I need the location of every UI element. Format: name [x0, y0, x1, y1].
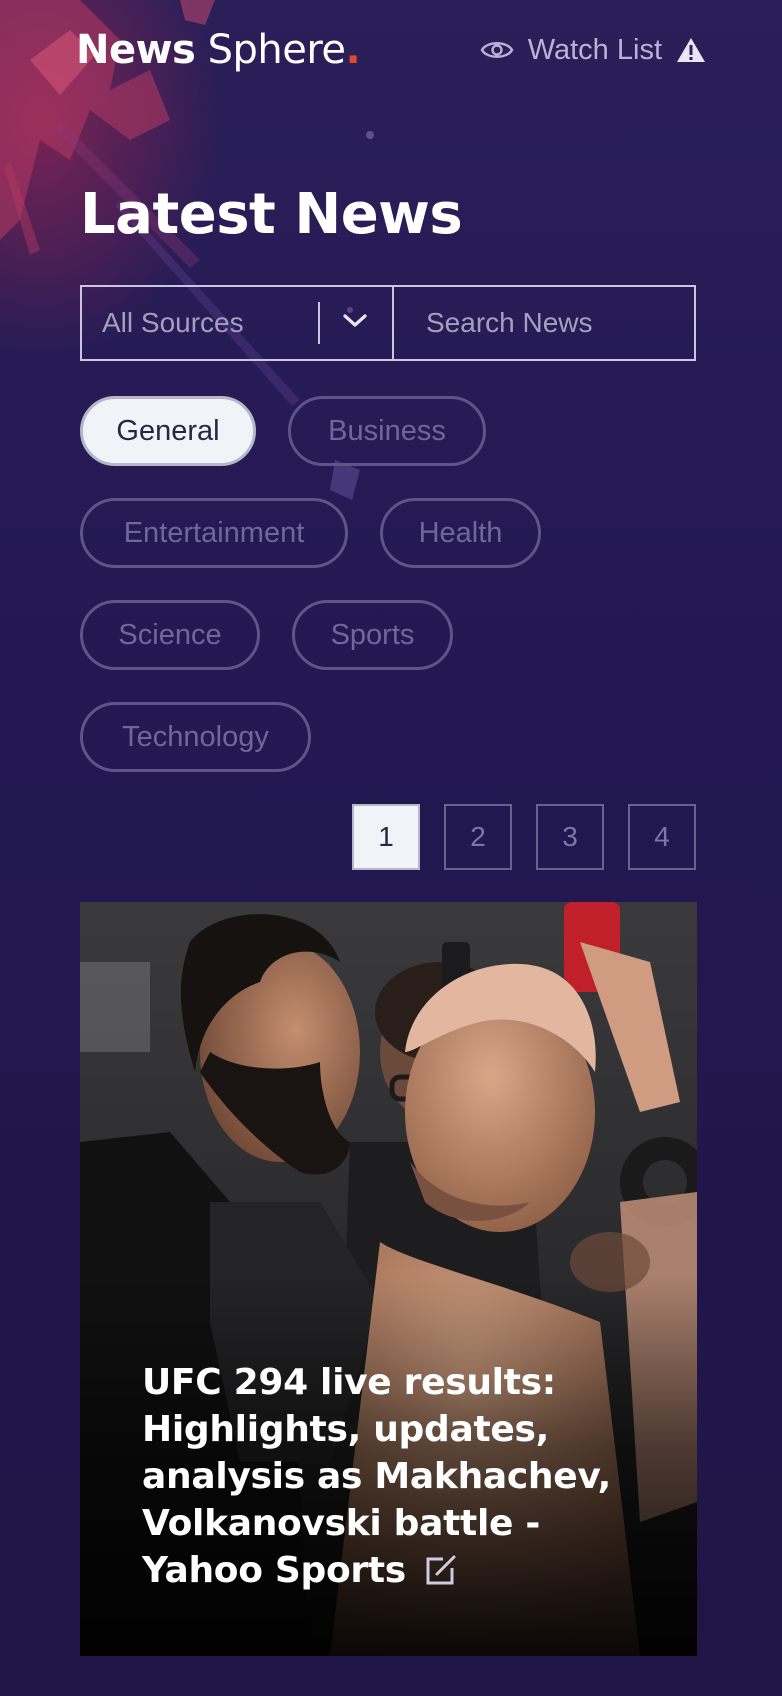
logo-light-text: Sphere	[195, 27, 346, 73]
top-header: News Sphere. Watch List	[76, 22, 706, 78]
external-link-icon[interactable]	[424, 1551, 458, 1598]
page-button-1[interactable]: 1	[352, 804, 420, 870]
chevron-down-icon[interactable]	[342, 313, 368, 334]
logo-dot: .	[345, 27, 361, 73]
category-chip-health[interactable]: Health	[380, 498, 541, 568]
app-logo[interactable]: News Sphere.	[76, 27, 361, 73]
watch-list-label: Watch List	[527, 33, 662, 66]
source-dropdown-value: All Sources	[102, 307, 244, 338]
category-chip-technology[interactable]: Technology	[80, 702, 311, 772]
page-title: Latest News	[80, 182, 463, 247]
category-chip-business[interactable]: Business	[288, 396, 486, 466]
filter-bar: All Sources	[80, 285, 696, 361]
source-dropdown[interactable]: All Sources	[82, 287, 394, 359]
category-chip-general[interactable]: General	[80, 396, 256, 466]
page-button-4[interactable]: 4	[628, 804, 696, 870]
warning-icon	[676, 37, 706, 63]
category-chip-science[interactable]: Science	[80, 600, 260, 670]
logo-bold-text: News	[76, 27, 196, 73]
page-button-3[interactable]: 3	[536, 804, 604, 870]
eye-icon	[480, 38, 514, 62]
category-chip-sports[interactable]: Sports	[292, 600, 453, 670]
watch-list-link[interactable]: Watch List	[480, 34, 706, 67]
article-card[interactable]: UFC 294 live results: Highlights, update…	[80, 902, 697, 1656]
search-input[interactable]	[394, 287, 694, 359]
search-field	[394, 287, 694, 359]
page-button-2[interactable]: 2	[444, 804, 512, 870]
dropdown-separator	[318, 302, 320, 344]
article-headline[interactable]: UFC 294 live results: Highlights, update…	[142, 1359, 647, 1598]
category-chip-entertainment[interactable]: Entertainment	[80, 498, 348, 568]
article-headline-text: UFC 294 live results: Highlights, update…	[142, 1362, 611, 1591]
